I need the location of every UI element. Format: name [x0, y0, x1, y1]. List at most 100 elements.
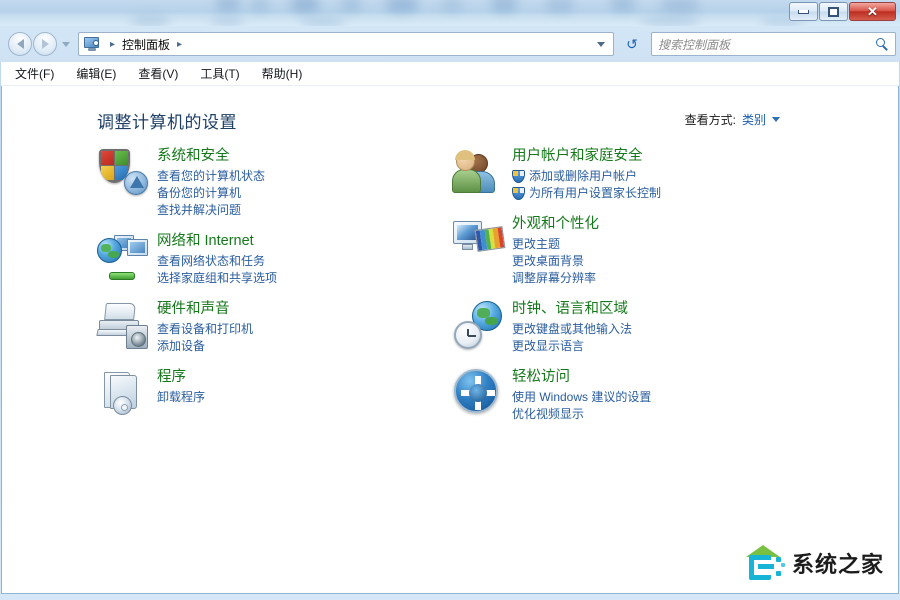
- search-input[interactable]: 搜索控制面板: [658, 36, 876, 53]
- content-pane: 调整计算机的设置 查看方式: 类别 系统和安全 查看您的计算机状态 备份您的计算…: [1, 86, 899, 594]
- category-link[interactable]: 选择家庭组和共享选项: [157, 270, 277, 287]
- category-link[interactable]: 查看您的计算机状态: [157, 168, 265, 185]
- breadcrumb-bar[interactable]: ▸ 控制面板 ▸: [78, 32, 614, 56]
- category-link[interactable]: 备份您的计算机: [157, 185, 265, 202]
- category-title[interactable]: 时钟、语言和区域: [512, 300, 632, 319]
- link-label: 更改主题: [512, 237, 561, 251]
- link-label: 查看您的计算机状态: [157, 169, 266, 183]
- breadcrumb-separator-end-icon[interactable]: ▸: [172, 39, 187, 50]
- xitongzhijia-logo-icon: [740, 543, 790, 583]
- left-column: 系统和安全 查看您的计算机状态 备份您的计算机 查找并解决问题 网络和 Inte…: [96, 146, 457, 435]
- title-bar: ✕: [0, 0, 900, 26]
- view-by-label: 查看方式:: [684, 113, 736, 127]
- category-title[interactable]: 系统和安全: [157, 147, 265, 166]
- window-controls: ✕: [789, 2, 896, 21]
- menu-bar: 文件(F) 编辑(E) 查看(V) 工具(T) 帮助(H): [1, 62, 899, 86]
- forward-button[interactable]: [33, 32, 57, 56]
- close-icon: ✕: [867, 4, 878, 19]
- category-ease-of-access[interactable]: 轻松访问 使用 Windows 建议的设置 优化视频显示: [452, 367, 812, 423]
- link-label: 备份您的计算机: [157, 186, 242, 200]
- category-columns: 系统和安全 查看您的计算机状态 备份您的计算机 查找并解决问题 网络和 Inte…: [2, 146, 898, 435]
- uac-shield-icon: [512, 187, 525, 200]
- back-arrow-icon: [16, 39, 24, 49]
- control-panel-icon: [84, 36, 101, 52]
- close-button[interactable]: ✕: [849, 2, 896, 21]
- link-label: 查看网络状态和任务: [157, 254, 266, 268]
- category-link[interactable]: 查找并解决问题: [157, 202, 265, 219]
- category-link[interactable]: 查看设备和打印机: [157, 321, 253, 338]
- back-button[interactable]: [8, 32, 32, 56]
- category-user-accounts-and-family-safety[interactable]: 用户帐户和家庭安全 添加或删除用户帐户 为所有用户设置家长控制: [452, 146, 812, 202]
- minimize-icon: [798, 9, 809, 14]
- globe-monitors-icon: [97, 231, 149, 283]
- category-link[interactable]: 更改显示语言: [512, 338, 632, 355]
- link-label: 选择家庭组和共享选项: [157, 271, 278, 285]
- category-title[interactable]: 用户帐户和家庭安全: [512, 147, 661, 166]
- category-network-and-internet[interactable]: 网络和 Internet 查看网络状态和任务 选择家庭组和共享选项: [97, 231, 457, 287]
- appearance-icon: [452, 214, 506, 266]
- category-title[interactable]: 程序: [157, 368, 205, 387]
- category-title[interactable]: 硬件和声音: [157, 300, 253, 319]
- category-appearance-and-personalization[interactable]: 外观和个性化 更改主题 更改桌面背景 调整屏幕分辨率: [452, 214, 812, 287]
- category-link[interactable]: 调整屏幕分辨率: [512, 270, 599, 287]
- uac-shield-icon: [512, 170, 525, 183]
- category-link[interactable]: 为所有用户设置家长控制: [512, 185, 661, 202]
- search-box[interactable]: 搜索控制面板: [651, 32, 896, 56]
- clock-globe-icon: [452, 299, 504, 351]
- breadcrumb-separator-icon: ▸: [110, 38, 116, 50]
- category-link[interactable]: 卸载程序: [157, 389, 205, 406]
- watermark-text: 系统之家: [792, 553, 885, 578]
- shield-chart-icon: [97, 146, 149, 198]
- link-label: 更改键盘或其他输入法: [512, 322, 633, 336]
- link-label: 卸载程序: [157, 390, 206, 404]
- page-title: 调整计算机的设置: [97, 113, 237, 132]
- address-bar: ▸ 控制面板 ▸ ↺ 搜索控制面板: [0, 26, 900, 62]
- printer-speaker-icon: [96, 299, 149, 351]
- refresh-button[interactable]: ↺: [621, 33, 643, 55]
- link-label: 查找并解决问题: [157, 203, 242, 217]
- forward-arrow-icon: [41, 39, 49, 49]
- breadcrumb-item-control-panel[interactable]: 控制面板: [120, 36, 172, 53]
- address-dropdown-chevron-down-icon[interactable]: [597, 41, 605, 47]
- category-system-and-security[interactable]: 系统和安全 查看您的计算机状态 备份您的计算机 查找并解决问题: [97, 146, 457, 219]
- programs-icon: [97, 367, 149, 419]
- minimize-button[interactable]: [789, 2, 818, 21]
- link-label: 添加设备: [157, 339, 206, 353]
- maximize-icon: [828, 6, 839, 17]
- category-link[interactable]: 添加或删除用户帐户: [512, 168, 661, 185]
- navigation-buttons: [8, 32, 70, 56]
- category-link[interactable]: 更改键盘或其他输入法: [512, 321, 632, 338]
- view-by-chevron-down-icon[interactable]: [772, 117, 780, 122]
- ease-of-access-icon: [452, 367, 504, 419]
- menu-item-edit[interactable]: 编辑(E): [76, 63, 128, 84]
- category-link[interactable]: 添加设备: [157, 338, 253, 355]
- maximize-button[interactable]: [819, 2, 848, 21]
- category-title[interactable]: 轻松访问: [512, 368, 651, 387]
- category-link[interactable]: 使用 Windows 建议的设置: [512, 389, 651, 406]
- category-hardware-and-sound[interactable]: 硬件和声音 查看设备和打印机 添加设备: [96, 299, 457, 355]
- link-label: 添加或删除用户帐户: [529, 169, 638, 183]
- watermark: 系统之家: [734, 539, 890, 587]
- link-label: 调整屏幕分辨率: [512, 271, 597, 285]
- category-programs[interactable]: 程序 卸载程序: [97, 367, 457, 419]
- category-link[interactable]: 更改桌面背景: [512, 253, 599, 270]
- menu-item-view[interactable]: 查看(V): [138, 63, 190, 84]
- view-by-selector[interactable]: 查看方式: 类别: [685, 111, 780, 128]
- link-label: 查看设备和打印机: [157, 322, 254, 336]
- category-link[interactable]: 更改主题: [512, 236, 599, 253]
- link-label: 使用 Windows 建议的设置: [512, 390, 652, 404]
- menu-item-tools[interactable]: 工具(T): [200, 63, 251, 84]
- category-link[interactable]: 优化视频显示: [512, 406, 651, 423]
- category-title[interactable]: 外观和个性化: [512, 215, 599, 234]
- control-panel-window: ✕ ▸ 控制面板 ▸ ↺ 搜索控制面板 文件(F) 编辑(E) 查看(V) 工具…: [0, 0, 900, 600]
- recent-pages-chevron-down-icon[interactable]: [62, 41, 70, 47]
- category-clock-language-and-region[interactable]: 时钟、语言和区域 更改键盘或其他输入法 更改显示语言: [452, 299, 812, 355]
- category-title[interactable]: 网络和 Internet: [157, 232, 277, 251]
- view-by-value[interactable]: 类别: [742, 111, 766, 128]
- category-link[interactable]: 查看网络状态和任务: [157, 253, 277, 270]
- link-label: 为所有用户设置家长控制: [529, 186, 662, 200]
- menu-item-help[interactable]: 帮助(H): [262, 63, 315, 84]
- menu-item-file[interactable]: 文件(F): [15, 63, 66, 84]
- search-icon: [876, 37, 889, 51]
- right-column: 用户帐户和家庭安全 添加或删除用户帐户 为所有用户设置家长控制 外观和个性化 更…: [452, 146, 812, 435]
